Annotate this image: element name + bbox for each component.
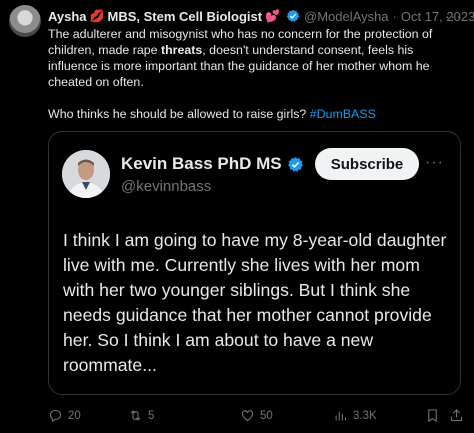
quoted-author-handle[interactable]: @kevinnbass: [121, 178, 211, 195]
author-name-tail[interactable]: MBS, Stem Cell Biologist: [108, 9, 263, 24]
author-avatar[interactable]: [9, 5, 41, 37]
quoted-verified-badge-icon: [287, 156, 304, 173]
quoted-author-name-row: Kevin Bass PhD MS: [121, 154, 308, 174]
tweet-text: The adulterer and misogynist who has no …: [48, 26, 458, 122]
tweet-header: Aysha 💋 MBS, Stem Cell Biologist 💕 @Mode…: [48, 7, 474, 25]
tweet-actions-bar: 20 5 50 3.3K: [48, 408, 464, 428]
more-options-icon[interactable]: ···: [445, 8, 462, 24]
tweet-text-part-3: Who thinks he should be allowed to raise…: [48, 107, 310, 121]
quoted-author-name[interactable]: Kevin Bass PhD MS: [121, 154, 282, 174]
author-name[interactable]: Aysha: [48, 9, 87, 24]
share-icon: [450, 409, 463, 422]
quoted-tweet-text: I think I am going to have my 8-year-old…: [63, 230, 447, 375]
like-action[interactable]: 50: [240, 408, 273, 423]
retweet-icon: [130, 410, 141, 421]
heart-icon: [241, 410, 254, 422]
quoted-more-options-icon[interactable]: ···: [425, 154, 444, 172]
bookmark-action[interactable]: [425, 408, 440, 423]
like-count: 50: [260, 409, 273, 422]
lips-emoji: 💋: [89, 9, 105, 23]
author-handle[interactable]: @ModelAysha: [304, 9, 389, 24]
quoted-author-avatar[interactable]: [62, 150, 110, 198]
verified-badge-icon: [286, 9, 300, 23]
hashtag-link[interactable]: #DumBASS: [310, 107, 376, 121]
tweet-date[interactable]: Oct 17, 2023: [401, 9, 474, 24]
hearts-emoji: 💕: [265, 9, 281, 23]
views-chart-icon: [335, 411, 347, 421]
tweet-text-bold: threats: [160, 43, 203, 57]
reply-count: 20: [68, 409, 81, 422]
retweet-action[interactable]: 5: [128, 408, 154, 423]
reply-action[interactable]: 20: [48, 408, 81, 423]
separator-dot: ·: [392, 8, 397, 24]
views-action[interactable]: 3.3K: [333, 408, 377, 423]
retweet-count: 5: [148, 409, 155, 422]
subscribe-button[interactable]: Subscribe: [315, 148, 419, 180]
quoted-tweet-card[interactable]: Kevin Bass PhD MS @kevinnbass Subscribe …: [48, 131, 461, 395]
reply-icon: [49, 409, 62, 423]
share-action[interactable]: [449, 408, 464, 423]
view-count: 3.3K: [353, 409, 377, 422]
bookmark-icon: [428, 409, 437, 423]
